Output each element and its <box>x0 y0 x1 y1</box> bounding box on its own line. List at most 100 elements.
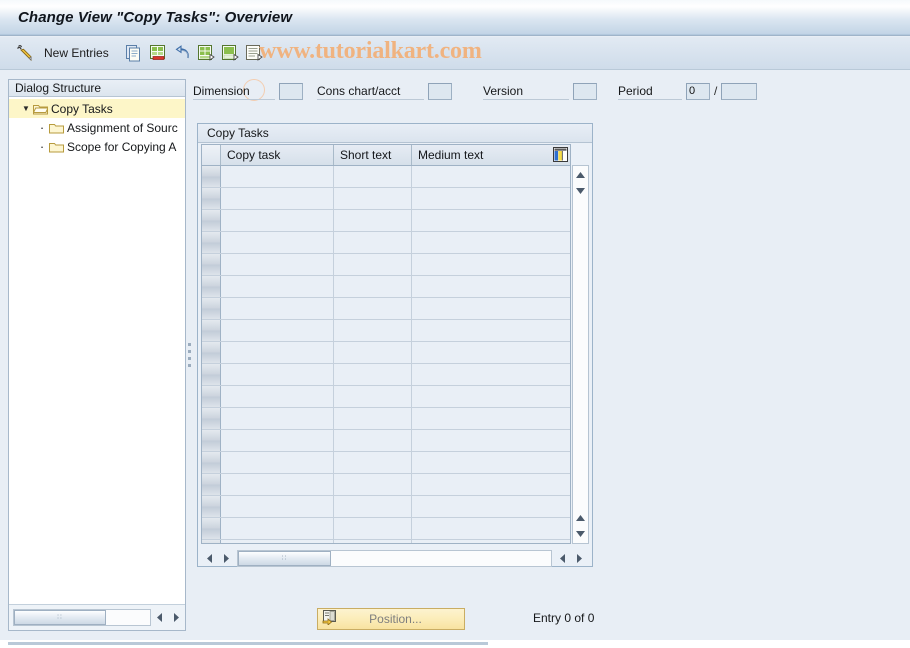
row-selector[interactable] <box>202 298 221 319</box>
cell-short-text[interactable] <box>334 342 412 363</box>
sidebar-hscroll-track[interactable]: ∷ <box>13 609 151 626</box>
cell-copy-task[interactable] <box>221 452 334 473</box>
cell-copy-task[interactable] <box>221 496 334 517</box>
grid-hscrollbar[interactable]: ∷ <box>201 547 588 569</box>
grid-page-down-button[interactable] <box>573 510 588 526</box>
table-row[interactable] <box>202 320 570 342</box>
sidebar-item-copy-tasks[interactable]: ▼ Copy Tasks <box>9 99 185 118</box>
cell-medium-text[interactable] <box>412 298 570 319</box>
table-row[interactable] <box>202 364 570 386</box>
cell-short-text[interactable] <box>334 408 412 429</box>
cell-medium-text[interactable] <box>412 364 570 385</box>
cell-medium-text[interactable] <box>412 232 570 253</box>
cell-copy-task[interactable] <box>221 298 334 319</box>
cell-copy-task[interactable] <box>221 540 334 543</box>
table-row[interactable] <box>202 210 570 232</box>
table-row[interactable] <box>202 254 570 276</box>
cell-copy-task[interactable] <box>221 430 334 451</box>
expander-icon[interactable]: ▼ <box>19 104 33 113</box>
row-selector[interactable] <box>202 210 221 231</box>
column-header-copy-task[interactable]: Copy task <box>221 145 334 165</box>
cell-copy-task[interactable] <box>221 276 334 297</box>
table-row[interactable] <box>202 452 570 474</box>
new-entries-button[interactable]: New Entries <box>44 41 109 65</box>
row-selector[interactable] <box>202 188 221 209</box>
cell-short-text[interactable] <box>334 276 412 297</box>
row-selector[interactable] <box>202 320 221 341</box>
cell-medium-text[interactable] <box>412 276 570 297</box>
table-row[interactable] <box>202 474 570 496</box>
sidebar-hscrollbar[interactable]: ∷ <box>9 604 185 630</box>
cell-copy-task[interactable] <box>221 320 334 341</box>
grid-scroll-up-button[interactable] <box>573 167 588 183</box>
dimension-input[interactable] <box>279 82 303 100</box>
grid-scroll-left-button[interactable] <box>201 549 218 568</box>
table-row[interactable] <box>202 496 570 518</box>
sidebar-scroll-left-button[interactable] <box>151 608 168 627</box>
position-button[interactable]: Position... <box>317 608 465 630</box>
cell-medium-text[interactable] <box>412 188 570 209</box>
row-selector[interactable] <box>202 166 221 187</box>
sidebar-hscroll-thumb[interactable]: ∷ <box>14 610 106 625</box>
cell-short-text[interactable] <box>334 430 412 451</box>
table-row[interactable] <box>202 232 570 254</box>
panel-splitter[interactable] <box>186 330 192 380</box>
cell-short-text[interactable] <box>334 518 412 539</box>
period-to-input[interactable] <box>721 82 758 100</box>
grid-scroll-right-button-2[interactable] <box>571 549 588 568</box>
row-selector[interactable] <box>202 452 221 473</box>
cell-copy-task[interactable] <box>221 166 334 187</box>
cell-short-text[interactable] <box>334 210 412 231</box>
sidebar-scroll-right-button[interactable] <box>168 608 185 627</box>
sidebar-item-assignment-of-source[interactable]: · Assignment of Sourc <box>9 118 185 137</box>
cons-chart-acct-input[interactable] <box>428 82 452 100</box>
cell-medium-text[interactable] <box>412 496 570 517</box>
cell-medium-text[interactable] <box>412 430 570 451</box>
row-selector[interactable] <box>202 430 221 451</box>
version-input[interactable] <box>573 82 597 100</box>
table-row[interactable] <box>202 540 570 543</box>
table-row[interactable] <box>202 166 570 188</box>
cell-medium-text[interactable] <box>412 540 570 543</box>
column-header-medium-text[interactable]: Medium text <box>412 145 570 165</box>
row-selector[interactable] <box>202 342 221 363</box>
cell-short-text[interactable] <box>334 386 412 407</box>
cell-copy-task[interactable] <box>221 210 334 231</box>
table-row[interactable] <box>202 386 570 408</box>
cell-copy-task[interactable] <box>221 518 334 539</box>
grid-scroll-left-button-2[interactable] <box>554 549 571 568</box>
cell-medium-text[interactable] <box>412 210 570 231</box>
cell-short-text[interactable] <box>334 298 412 319</box>
row-selector[interactable] <box>202 408 221 429</box>
row-selector[interactable] <box>202 254 221 275</box>
sidebar-item-scope-for-copying[interactable]: · Scope for Copying A <box>9 137 185 156</box>
cell-short-text[interactable] <box>334 188 412 209</box>
row-selector[interactable] <box>202 496 221 517</box>
table-row[interactable] <box>202 298 570 320</box>
undo-button[interactable] <box>170 41 194 65</box>
row-selector[interactable] <box>202 276 221 297</box>
table-row[interactable] <box>202 188 570 210</box>
grid-vscrollbar[interactable] <box>572 165 589 544</box>
grid-scroll-right-button[interactable] <box>218 549 235 568</box>
table-row[interactable] <box>202 342 570 364</box>
grid-hscroll-thumb[interactable]: ∷ <box>238 550 331 566</box>
edit-mode-button[interactable] <box>13 41 37 65</box>
cell-short-text[interactable] <box>334 232 412 253</box>
cell-copy-task[interactable] <box>221 254 334 275</box>
table-row[interactable] <box>202 276 570 298</box>
cell-copy-task[interactable] <box>221 188 334 209</box>
cell-copy-task[interactable] <box>221 474 334 495</box>
delete-button[interactable] <box>146 41 170 65</box>
table-row[interactable] <box>202 518 570 540</box>
cell-medium-text[interactable] <box>412 474 570 495</box>
cell-medium-text[interactable] <box>412 166 570 187</box>
cell-copy-task[interactable] <box>221 408 334 429</box>
row-selector[interactable] <box>202 364 221 385</box>
row-selector[interactable] <box>202 232 221 253</box>
cell-medium-text[interactable] <box>412 518 570 539</box>
grid-page-up-button[interactable] <box>573 183 588 199</box>
cell-medium-text[interactable] <box>412 342 570 363</box>
cell-medium-text[interactable] <box>412 320 570 341</box>
cell-copy-task[interactable] <box>221 232 334 253</box>
